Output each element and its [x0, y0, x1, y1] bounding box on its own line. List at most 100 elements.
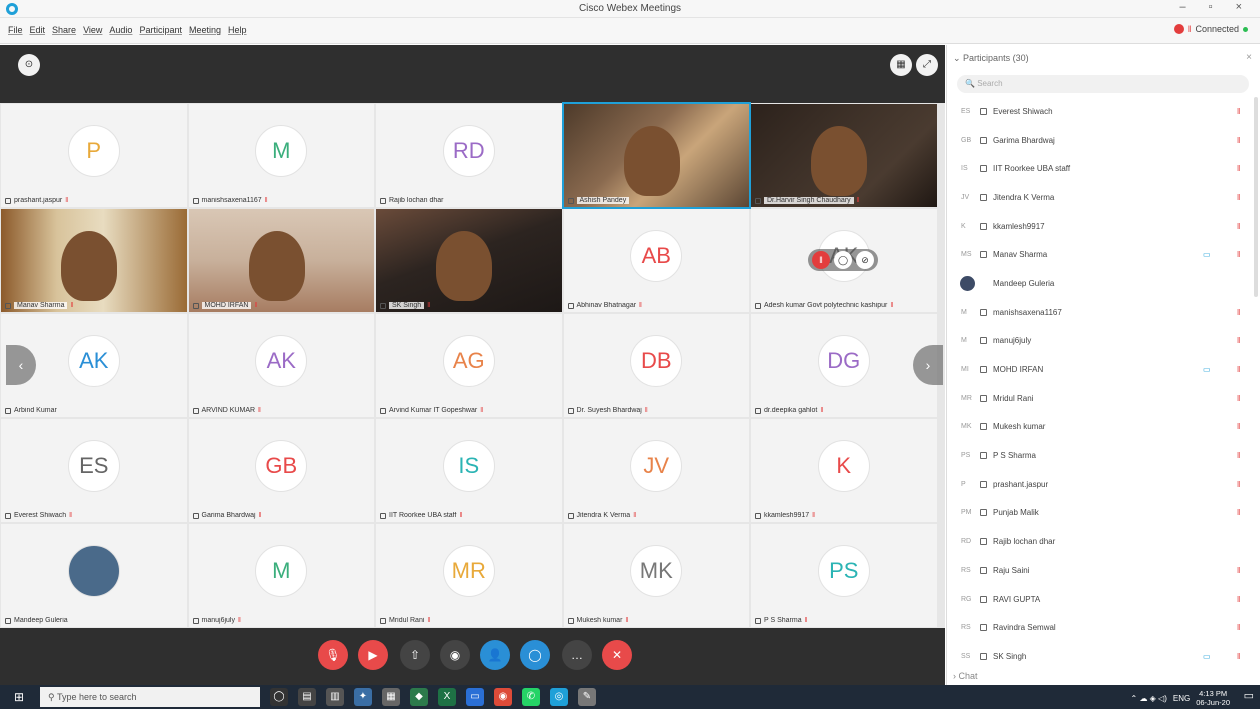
- muted-mic-icon[interactable]: ǁ: [1237, 451, 1240, 460]
- language-indicator[interactable]: ENG: [1173, 694, 1190, 703]
- menu-view[interactable]: View: [83, 25, 102, 35]
- video-tile[interactable]: Manav Sharma ǁ: [1, 209, 187, 312]
- participants-header[interactable]: ⌄ Participants (30): [953, 53, 1029, 64]
- participant-row[interactable]: MK Mukesh kumar ǁ: [947, 413, 1247, 442]
- video-tile[interactable]: JV Jitendra K Verma ǁ: [563, 419, 749, 522]
- excel-icon[interactable]: X: [438, 688, 456, 706]
- muted-mic-icon[interactable]: ǁ: [1237, 222, 1240, 231]
- webex-icon[interactable]: ◎: [550, 688, 568, 706]
- share-button[interactable]: ⇧: [400, 640, 430, 670]
- participant-row[interactable]: PM Punjab Malik ǁ: [947, 499, 1247, 528]
- paint-icon[interactable]: ✎: [578, 688, 596, 706]
- layout-icon[interactable]: ⤢: [916, 54, 938, 76]
- tile-chat-icon[interactable]: ◯: [834, 251, 852, 269]
- video-tile[interactable]: Mmanuj6july ǁ: [188, 524, 374, 627]
- app-icon-2[interactable]: ◆: [410, 688, 428, 706]
- video-tile[interactable]: AK ARVIND KUMAR ǁ: [188, 314, 374, 417]
- muted-mic-icon[interactable]: ǁ: [1237, 652, 1240, 661]
- app-icon[interactable]: ✦: [354, 688, 372, 706]
- tray-icons[interactable]: ⌃ ☁ ◈ ◁): [1131, 694, 1167, 703]
- file-explorer-icon[interactable]: ▤: [298, 688, 316, 706]
- taskbar-search-input[interactable]: ⚲ Type here to search: [40, 687, 260, 707]
- more-options-button[interactable]: …: [562, 640, 592, 670]
- video-tile[interactable]: DB Dr. Suyesh Bhardwaj ǁ: [563, 314, 749, 417]
- video-tile[interactable]: Dr.Harvir Singh Chaudhary ǁ: [751, 104, 937, 207]
- participant-row[interactable]: RG RAVI GUPTA ǁ: [947, 585, 1247, 614]
- participant-row[interactable]: GB Garima Bhardwaj ǁ: [947, 126, 1247, 155]
- video-tile[interactable]: SK Singh ǁ: [376, 209, 562, 312]
- participant-row[interactable]: PS P S Sharma ǁ: [947, 441, 1247, 470]
- stop-video-button[interactable]: ▶: [358, 640, 388, 670]
- participant-row[interactable]: MI MOHD IRFAN ▭ ǁ: [947, 355, 1247, 384]
- video-tile[interactable]: DG dr.deepika gahlot ǁ: [751, 314, 937, 417]
- notification-icon[interactable]: ▭: [1244, 689, 1254, 702]
- notepad-icon[interactable]: ▭: [466, 688, 484, 706]
- participant-row[interactable]: RS Raju Saini ǁ: [947, 556, 1247, 585]
- window-controls[interactable]: – ▫ ×: [1179, 1, 1252, 13]
- muted-mic-icon[interactable]: ǁ: [1237, 623, 1240, 632]
- video-tile[interactable]: Kkkamlesh9917 ǁ: [751, 419, 937, 522]
- chat-section-toggle[interactable]: › Chat: [953, 671, 978, 681]
- video-tile[interactable]: RD Rajib lochan dhar: [376, 104, 562, 207]
- video-tile[interactable]: AB Abhinav Bhatnagar ǁ: [563, 209, 749, 312]
- windows-start-icon[interactable]: ⊞: [14, 691, 26, 703]
- video-tile[interactable]: ES Everest Shiwach ǁ: [1, 419, 187, 522]
- participant-row[interactable]: Kkkamlesh9917 ǁ: [947, 212, 1247, 241]
- video-tile[interactable]: Pprashant.jaspur ǁ: [1, 104, 187, 207]
- tile-more-icon[interactable]: ⊘: [856, 251, 874, 269]
- video-tile[interactable]: GB Garima Bhardwaj ǁ: [188, 419, 374, 522]
- muted-mic-icon[interactable]: ǁ: [1237, 193, 1240, 202]
- participant-row[interactable]: RD Rajib lochan dhar: [947, 527, 1247, 556]
- video-tile[interactable]: AG Arvind Kumar IT Gopeshwar ǁ: [376, 314, 562, 417]
- muted-mic-icon[interactable]: ǁ: [1237, 422, 1240, 431]
- muted-mic-icon[interactable]: ǁ: [1237, 595, 1240, 604]
- grid-view-icon[interactable]: ▦: [890, 54, 912, 76]
- task-view-icon[interactable]: ◯: [270, 688, 288, 706]
- muted-mic-icon[interactable]: ǁ: [1237, 566, 1240, 575]
- mute-button[interactable]: 🎙: [318, 640, 348, 670]
- leave-meeting-button[interactable]: ✕: [602, 640, 632, 670]
- muted-mic-icon[interactable]: ǁ: [1237, 394, 1240, 403]
- participants-button[interactable]: 👤: [480, 640, 510, 670]
- muted-mic-icon[interactable]: ǁ: [1237, 508, 1240, 517]
- menu-file[interactable]: File: [8, 25, 23, 35]
- chat-button[interactable]: ◯: [520, 640, 550, 670]
- menu-help[interactable]: Help: [228, 25, 247, 35]
- menu-audio[interactable]: Audio: [109, 25, 132, 35]
- video-tile[interactable]: IS IIT Roorkee UBA staff ǁ: [376, 419, 562, 522]
- tile-mute-icon[interactable]: ǁ: [812, 251, 830, 269]
- video-tile[interactable]: Ashish Pandey: [561, 102, 751, 209]
- close-panel-icon[interactable]: ×: [1246, 52, 1252, 63]
- participant-row[interactable]: IS IIT Roorkee UBA staff ǁ: [947, 154, 1247, 183]
- muted-mic-icon[interactable]: ǁ: [1237, 308, 1240, 317]
- chrome-icon[interactable]: ◉: [494, 688, 512, 706]
- calculator-icon[interactable]: ▦: [382, 688, 400, 706]
- muted-mic-icon[interactable]: ǁ: [1237, 164, 1240, 173]
- participant-row[interactable]: MS Manav Sharma ▭ ǁ: [947, 240, 1247, 269]
- video-tile[interactable]: AKǁ◯⊘Adesh kumar Govt polytechnic kaship…: [751, 209, 937, 312]
- participant-row[interactable]: RS Ravindra Semwal ǁ: [947, 613, 1247, 642]
- video-tile[interactable]: MOHD IRFAN ǁ: [188, 209, 374, 312]
- menu-meeting[interactable]: Meeting: [189, 25, 221, 35]
- participant-row[interactable]: Pprashant.jaspur ǁ: [947, 470, 1247, 499]
- participant-row[interactable]: ES Everest Shiwach ǁ: [947, 97, 1247, 126]
- muted-mic-icon[interactable]: ǁ: [1237, 336, 1240, 345]
- muted-mic-icon[interactable]: ǁ: [1237, 250, 1240, 259]
- participant-row[interactable]: MR Mridul Rani ǁ: [947, 384, 1247, 413]
- menu-edit[interactable]: Edit: [30, 25, 46, 35]
- participant-row[interactable]: Mmanuj6july ǁ: [947, 327, 1247, 356]
- video-tile[interactable]: MR Mridul Rani ǁ: [376, 524, 562, 627]
- record-button[interactable]: ◉: [440, 640, 470, 670]
- menu-share[interactable]: Share: [52, 25, 76, 35]
- network-icon[interactable]: ▥: [326, 688, 344, 706]
- menu-participant[interactable]: Participant: [139, 25, 182, 35]
- panel-scrollbar[interactable]: [1254, 97, 1258, 297]
- muted-mic-icon[interactable]: ǁ: [1237, 107, 1240, 116]
- muted-mic-icon[interactable]: ǁ: [1237, 480, 1240, 489]
- clock[interactable]: 4:13 PM 06-Jun-20: [1196, 689, 1230, 707]
- meeting-info-icon[interactable]: ⊙: [18, 54, 40, 76]
- whatsapp-icon[interactable]: ✆: [522, 688, 540, 706]
- participant-row[interactable]: Mandeep Guleria: [947, 269, 1247, 298]
- participant-row[interactable]: Mmanishsaxena1167 ǁ: [947, 298, 1247, 327]
- video-tile[interactable]: MK Mukesh kumar ǁ: [563, 524, 749, 627]
